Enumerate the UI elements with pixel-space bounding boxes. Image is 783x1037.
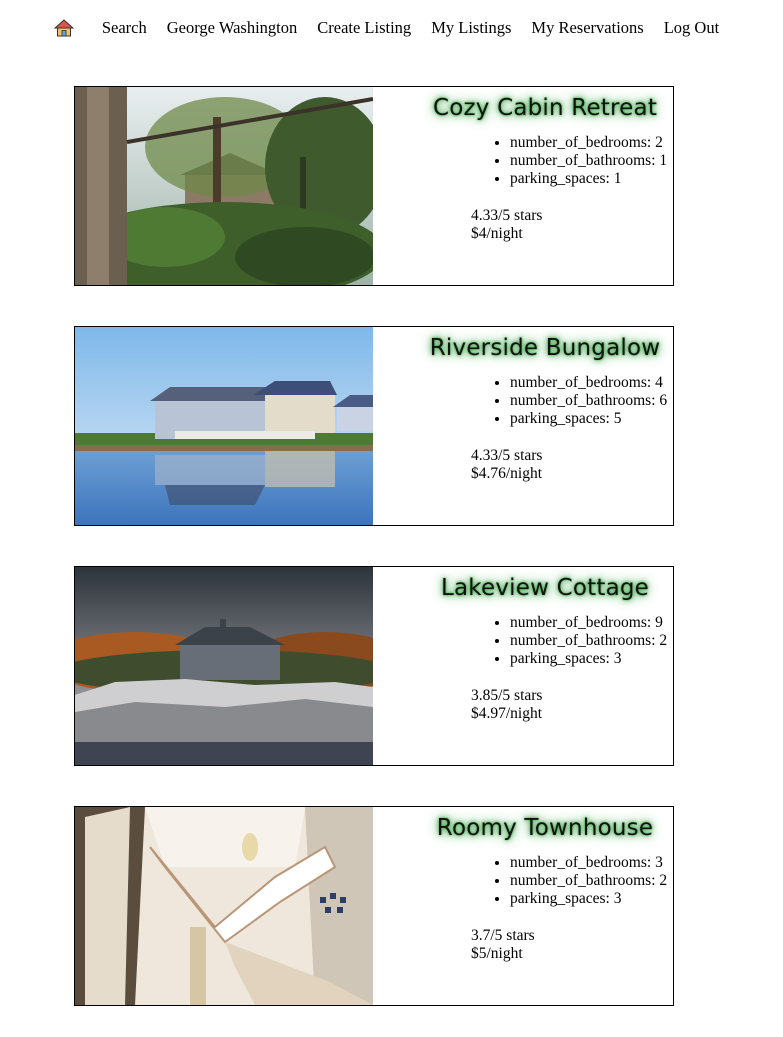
- feature-bathrooms: number_of_bathrooms: 6: [510, 392, 667, 410]
- feature-bedrooms: number_of_bedrooms: 2: [510, 134, 667, 152]
- feature-bedrooms: number_of_bedrooms: 9: [510, 614, 667, 632]
- listing-card[interactable]: Lakeview Cottage number_of_bedrooms: 9 n…: [74, 566, 674, 766]
- listing-rating: 3.7/5 stars: [471, 927, 535, 944]
- feature-bedrooms: number_of_bedrooms: 3: [510, 854, 667, 872]
- listing-title[interactable]: Roomy Townhouse: [375, 815, 715, 841]
- nav-search-link[interactable]: Search: [102, 18, 147, 38]
- listing-title[interactable]: Riverside Bungalow: [375, 335, 715, 361]
- listing-features: number_of_bedrooms: 3 number_of_bathroom…: [492, 854, 667, 908]
- nav-my-listings-link[interactable]: My Listings: [431, 18, 511, 38]
- feature-bedrooms: number_of_bedrooms: 4: [510, 374, 667, 392]
- listing-card[interactable]: Cozy Cabin Retreat number_of_bedrooms: 2…: [74, 86, 674, 286]
- nav-my-reservations-link[interactable]: My Reservations: [531, 18, 643, 38]
- feature-bathrooms: number_of_bathrooms: 2: [510, 872, 667, 890]
- listing-rating: 4.33/5 stars: [471, 447, 543, 464]
- listing-photo[interactable]: [75, 87, 373, 285]
- feature-parking: parking_spaces: 5: [510, 410, 667, 428]
- feature-parking: parking_spaces: 3: [510, 890, 667, 908]
- listing-rating: 4.33/5 stars: [471, 207, 543, 224]
- listing-rating: 3.85/5 stars: [471, 687, 543, 704]
- listing-title[interactable]: Lakeview Cottage: [375, 575, 715, 601]
- listing-price: $5/night: [471, 945, 523, 962]
- nav-create-listing-link[interactable]: Create Listing: [317, 18, 411, 38]
- home-icon[interactable]: [53, 18, 75, 38]
- listing-title[interactable]: Cozy Cabin Retreat: [375, 95, 715, 121]
- listing-photo[interactable]: [75, 327, 373, 525]
- listing-card[interactable]: Roomy Townhouse number_of_bedrooms: 3 nu…: [74, 806, 674, 1006]
- listing-price: $4/night: [471, 225, 523, 242]
- top-nav: Search George Washington Create Listing …: [0, 14, 783, 42]
- nav-log-out-link[interactable]: Log Out: [664, 18, 719, 38]
- listing-card[interactable]: Riverside Bungalow number_of_bedrooms: 4…: [74, 326, 674, 526]
- feature-parking: parking_spaces: 1: [510, 170, 667, 188]
- listing-price: $4.76/night: [471, 465, 543, 482]
- listing-features: number_of_bedrooms: 9 number_of_bathroom…: [492, 614, 667, 668]
- listing-photo[interactable]: [75, 567, 373, 765]
- feature-parking: parking_spaces: 3: [510, 650, 667, 668]
- feature-bathrooms: number_of_bathrooms: 2: [510, 632, 667, 650]
- listing-photo[interactable]: [75, 807, 373, 1005]
- listing-features: number_of_bedrooms: 4 number_of_bathroom…: [492, 374, 667, 428]
- listing-features: number_of_bedrooms: 2 number_of_bathroom…: [492, 134, 667, 188]
- feature-bathrooms: number_of_bathrooms: 1: [510, 152, 667, 170]
- nav-user-profile-link[interactable]: George Washington: [167, 18, 298, 38]
- listing-price: $4.97/night: [471, 705, 543, 722]
